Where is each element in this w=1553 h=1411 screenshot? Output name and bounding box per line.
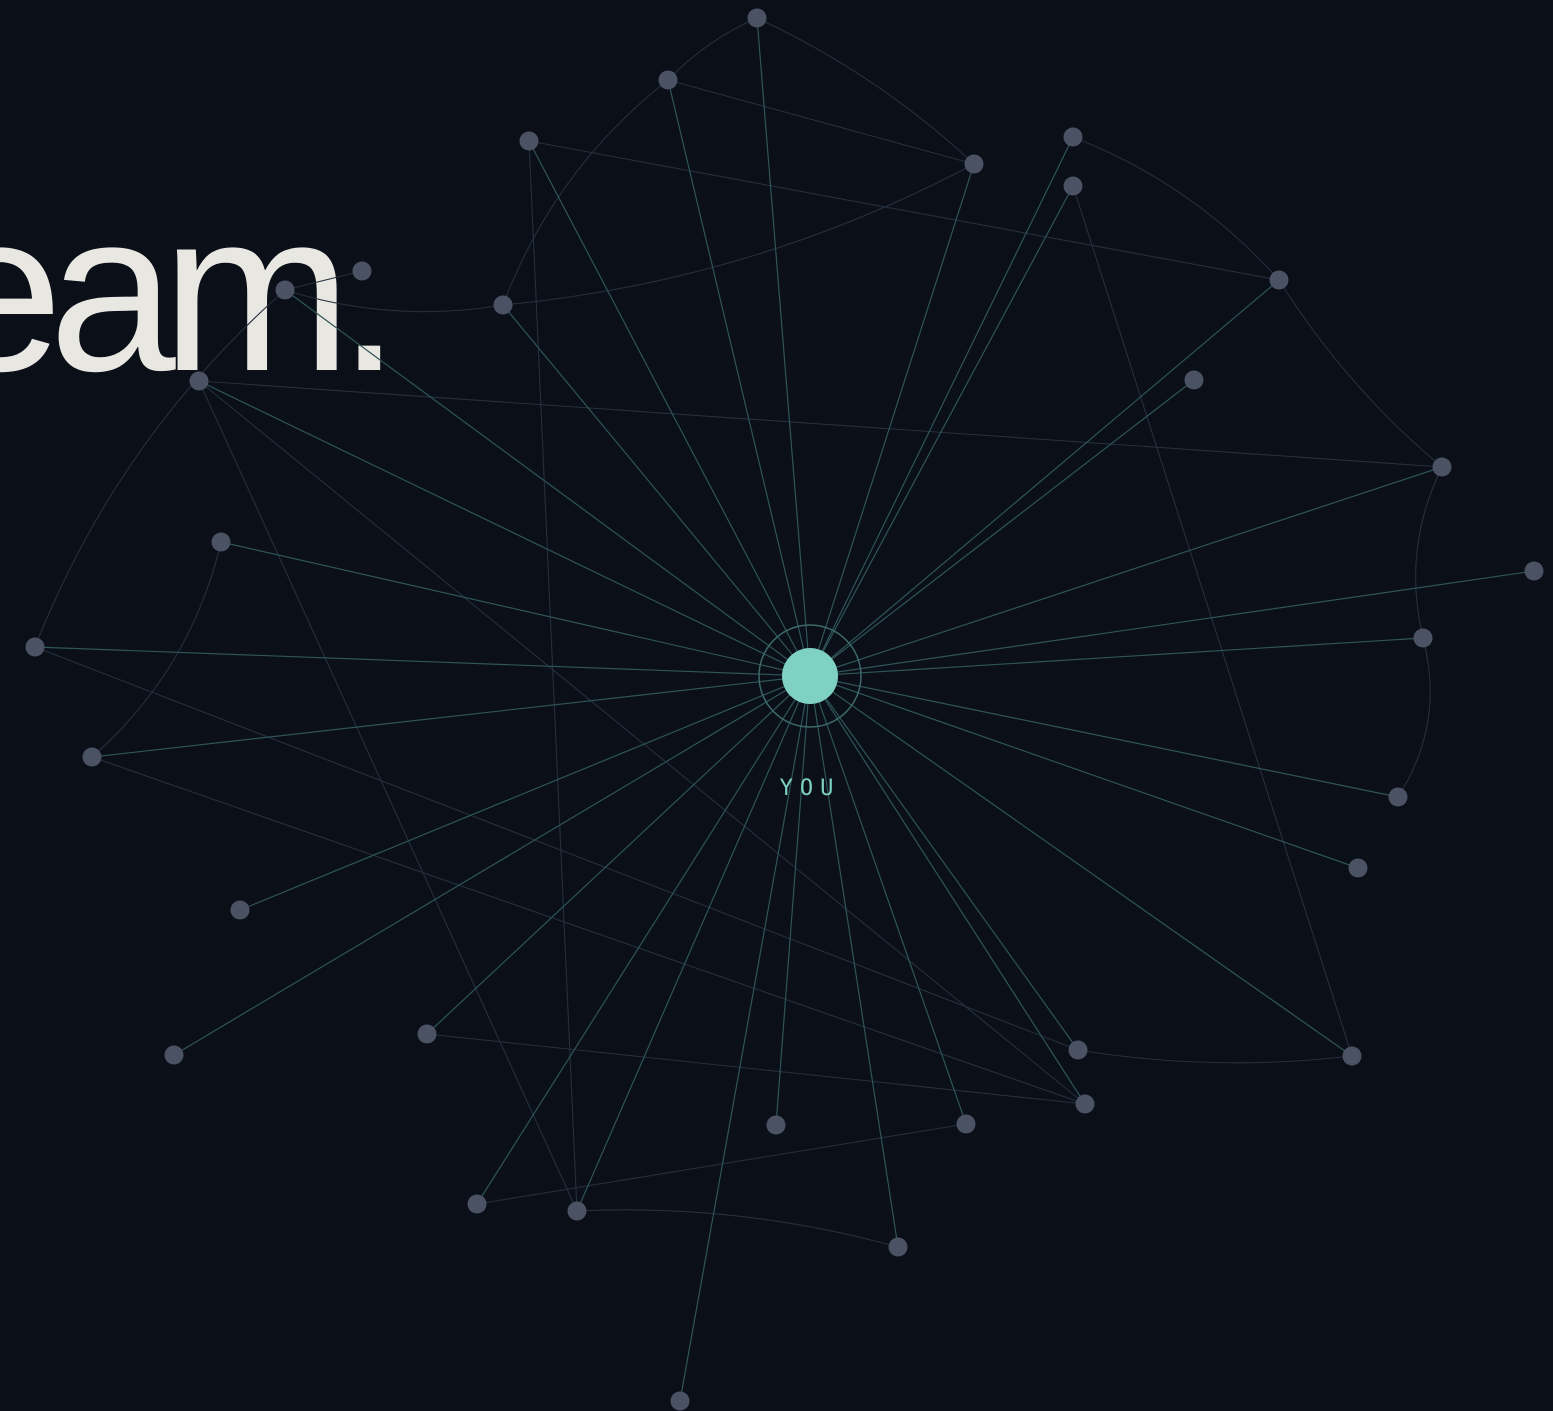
cross-link <box>756 17 975 165</box>
team-member-node[interactable] <box>211 532 231 552</box>
cross-link <box>476 1123 967 1205</box>
team-member-node[interactable] <box>888 1237 908 1257</box>
spoke-line <box>91 675 811 758</box>
cross-link <box>502 163 975 306</box>
spoke-line <box>528 140 811 677</box>
cross-link <box>1077 1049 1353 1064</box>
spoke-line <box>809 675 1079 1051</box>
hub: YOU <box>758 624 862 801</box>
team-member-node[interactable] <box>567 1201 587 1221</box>
team-member-node[interactable] <box>82 747 102 767</box>
team-member-node[interactable] <box>670 1391 690 1411</box>
team-member-node[interactable] <box>230 900 250 920</box>
spoke-line <box>198 380 811 677</box>
team-member-node[interactable] <box>519 131 539 151</box>
you-node[interactable] <box>782 648 838 704</box>
team-member-node[interactable] <box>467 1194 487 1214</box>
team-member-node[interactable] <box>417 1024 437 1044</box>
cross-link <box>198 380 1443 468</box>
spoke-line <box>809 163 975 677</box>
team-member-node[interactable] <box>189 371 209 391</box>
team-network-diagram: YOU <box>25 8 1544 1411</box>
cross-link <box>667 17 758 81</box>
cross-link <box>528 140 1280 281</box>
spoke-line <box>239 675 811 911</box>
cross-link <box>198 380 578 1212</box>
spoke-line <box>809 675 1086 1105</box>
spoke-line <box>809 279 1280 677</box>
team-member-node[interactable] <box>766 1115 786 1135</box>
spoke-line <box>809 379 1195 677</box>
cross-link <box>1397 637 1431 798</box>
team-member-node[interactable] <box>1269 270 1289 290</box>
cross-link <box>1415 466 1443 639</box>
cross-link <box>1072 185 1353 1057</box>
cross-link <box>34 646 1079 1051</box>
spoke-line <box>809 675 899 1248</box>
cross-links <box>34 17 1443 1248</box>
team-member-node[interactable] <box>1342 1046 1362 1066</box>
cross-link <box>667 79 975 165</box>
cross-link <box>576 1209 899 1248</box>
team-member-node[interactable] <box>747 8 767 28</box>
spokes <box>34 17 1535 1402</box>
team-member-node[interactable] <box>275 280 295 300</box>
team-member-node[interactable] <box>1184 370 1204 390</box>
spoke-line <box>173 675 811 1056</box>
team-member-node[interactable] <box>1413 628 1433 648</box>
team-member-node[interactable] <box>1432 457 1452 477</box>
cross-link <box>1278 279 1443 468</box>
spoke-line <box>502 304 811 677</box>
team-member-node[interactable] <box>1524 561 1544 581</box>
team-member-node[interactable] <box>1063 176 1083 196</box>
team-member-node[interactable] <box>964 154 984 174</box>
team-member-node[interactable] <box>1063 127 1083 147</box>
team-member-node[interactable] <box>352 261 372 281</box>
team-member-node[interactable] <box>658 70 678 90</box>
cross-link <box>284 270 363 291</box>
cross-link <box>502 79 669 306</box>
cross-link <box>198 380 1086 1105</box>
team-member-node[interactable] <box>1388 787 1408 807</box>
team-member-node[interactable] <box>1075 1094 1095 1114</box>
team-member-node[interactable] <box>25 637 45 657</box>
team-member-node[interactable] <box>164 1045 184 1065</box>
nodes <box>25 8 1544 1411</box>
team-member-node[interactable] <box>493 295 513 315</box>
team-member-node[interactable] <box>956 1114 976 1134</box>
hero-stage: eam. YOU <box>0 0 1553 1411</box>
spoke-line <box>809 570 1535 677</box>
spoke-line <box>220 541 811 677</box>
cross-link <box>34 289 286 648</box>
cross-link <box>284 289 504 313</box>
team-member-node[interactable] <box>1348 858 1368 878</box>
spoke-line <box>809 675 1353 1057</box>
cross-link <box>1072 136 1280 281</box>
spoke-line <box>809 675 967 1125</box>
spoke-line <box>34 646 811 677</box>
spoke-line <box>809 637 1424 677</box>
cross-link <box>91 756 1086 1105</box>
you-label: YOU <box>780 776 841 801</box>
team-member-node[interactable] <box>1068 1040 1088 1060</box>
